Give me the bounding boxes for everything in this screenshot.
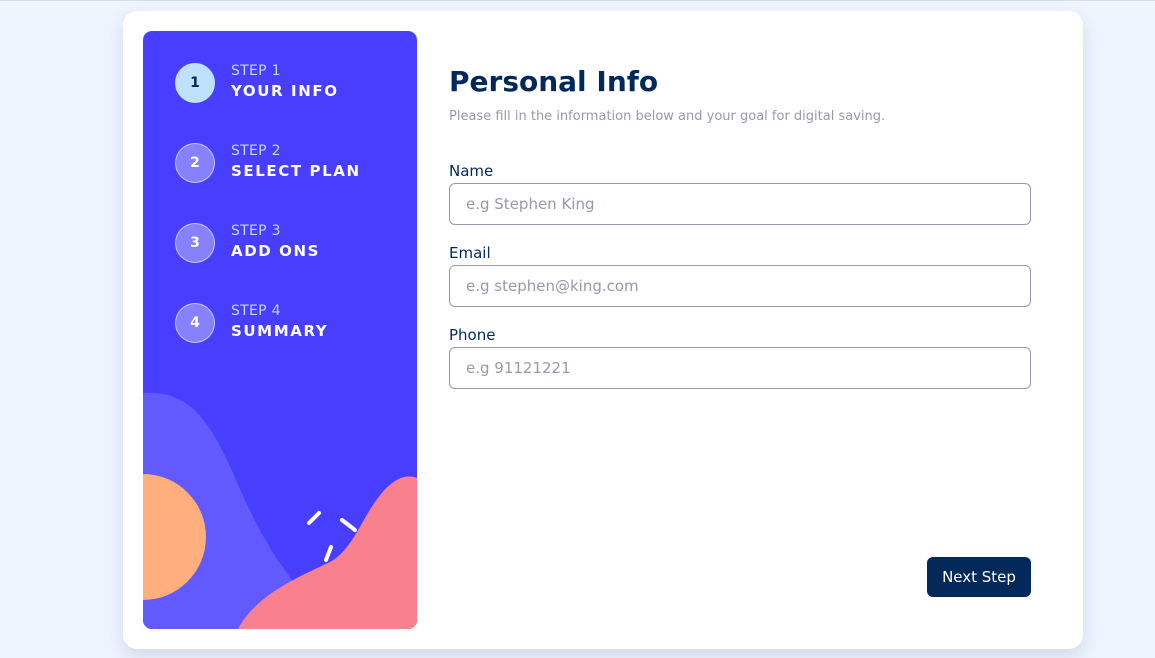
step-name: SUMMARY — [231, 322, 329, 340]
step-name: SELECT PLAN — [231, 162, 361, 180]
step-text: STEP 1 YOUR INFO — [231, 63, 339, 102]
page-title: Personal Info — [449, 65, 659, 98]
page-top-border — [0, 0, 1155, 1]
step-label: STEP 1 — [231, 63, 281, 79]
step-item-select-plan[interactable]: 2 STEP 2 SELECT PLAN — [175, 143, 415, 185]
step-number-badge: 3 — [175, 223, 215, 263]
form-card: 1 STEP 1 YOUR INFO 2 STEP 2 SELECT PLAN … — [123, 11, 1083, 649]
step-text: STEP 3 ADD ONS — [231, 223, 320, 262]
steps-sidebar: 1 STEP 1 YOUR INFO 2 STEP 2 SELECT PLAN … — [143, 31, 417, 629]
step-text: STEP 2 SELECT PLAN — [231, 143, 361, 182]
step-number-badge: 1 — [175, 63, 215, 103]
email-input[interactable] — [449, 265, 1031, 307]
step-text: STEP 4 SUMMARY — [231, 303, 328, 342]
step-label: STEP 2 — [231, 143, 281, 159]
name-input[interactable] — [449, 183, 1031, 225]
phone-label: Phone — [449, 326, 496, 344]
step-item-add-ons[interactable]: 3 STEP 3 ADD ONS — [175, 223, 415, 265]
step-label: STEP 3 — [231, 223, 281, 239]
personal-info-form: Personal Info Please fill in the informa… — [449, 11, 1049, 649]
step-label: STEP 4 — [231, 303, 281, 319]
step-item-summary[interactable]: 4 STEP 4 SUMMARY — [175, 303, 415, 345]
name-label: Name — [449, 162, 494, 180]
email-label: Email — [449, 244, 491, 262]
phone-input[interactable] — [449, 347, 1031, 389]
sparkle-shape — [324, 545, 333, 562]
sparkle-shape — [307, 511, 321, 525]
step-number-badge: 2 — [175, 143, 215, 183]
step-name: ADD ONS — [231, 242, 321, 260]
next-step-button[interactable]: Next Step — [927, 557, 1031, 597]
step-number-badge: 4 — [175, 303, 215, 343]
page-subtitle: Please fill in the information below and… — [449, 109, 886, 124]
sparkle-shape — [340, 518, 357, 532]
step-item-your-info[interactable]: 1 STEP 1 YOUR INFO — [175, 63, 415, 105]
step-name: YOUR INFO — [231, 82, 339, 100]
